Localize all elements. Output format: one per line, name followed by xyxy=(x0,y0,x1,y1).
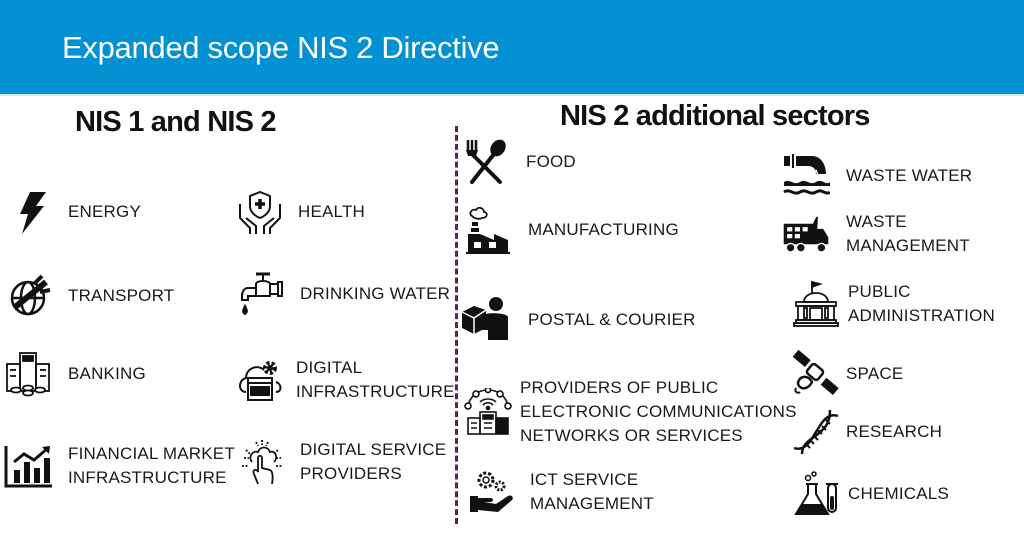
courier-package-icon xyxy=(460,296,508,344)
sector-transport: TRANSPORT xyxy=(6,272,174,320)
dna-icon xyxy=(792,408,840,456)
bank-building-coins-icon xyxy=(4,350,52,398)
sector-ict-service-management: ICT SERVICE MANAGEMENT xyxy=(468,468,654,516)
sector-label: FOOD xyxy=(526,152,576,171)
satellite-icon xyxy=(792,350,840,398)
sector-label: BANKING xyxy=(68,364,146,383)
sector-public-administration: PUBLIC ADMINISTRATION xyxy=(792,280,995,328)
sector-postal-courier: POSTAL & COURIER xyxy=(460,296,696,344)
page-title: Expanded scope NIS 2 Directive xyxy=(62,30,500,65)
sector-label: DRINKING WATER xyxy=(300,284,451,303)
hands-shield-cross-icon xyxy=(236,188,284,236)
sector-label: FINANCIAL MARKET INFRASTRUCTURE xyxy=(68,444,235,487)
water-tap-icon xyxy=(238,270,286,318)
sector-label: TRANSPORT xyxy=(68,286,175,305)
header-banner: Expanded scope NIS 2 Directive xyxy=(0,0,1024,96)
sector-public-electronic-communications: PROVIDERS OF PUBLIC ELECTRONIC COMMUNICA… xyxy=(464,376,797,448)
sector-food: FOOD xyxy=(462,138,576,186)
cloud-gear-window-icon xyxy=(236,356,284,404)
sector-label: PUBLIC ADMINISTRATION xyxy=(848,282,995,325)
sector-banking: BANKING xyxy=(4,350,146,398)
sector-label: DIGITAL INFRASTRUCTURE xyxy=(296,358,455,401)
left-column-title: NIS 1 and NIS 2 xyxy=(75,106,277,138)
sector-energy: ENERGY xyxy=(8,188,141,236)
sector-drinking-water: DRINKING WATER xyxy=(238,270,450,318)
drain-pipe-icon xyxy=(782,152,830,200)
sector-digital-service-providers: DIGITAL SERVICE PROVIDERS xyxy=(238,438,446,486)
sector-waste-water: WASTE WATER xyxy=(782,152,972,200)
sector-label: DIGITAL SERVICE PROVIDERS xyxy=(300,440,447,483)
bar-chart-trend-icon xyxy=(4,442,52,490)
flask-tube-icon xyxy=(794,470,842,518)
sector-space: SPACE xyxy=(792,350,903,398)
sector-label: MANUFACTURING xyxy=(528,220,679,239)
sector-health: HEALTH xyxy=(236,188,365,236)
sector-label: PROVIDERS OF PUBLIC ELECTRONIC COMMUNICA… xyxy=(520,378,797,445)
sector-label: CHEMICALS xyxy=(848,484,949,503)
factory-icon xyxy=(464,206,512,254)
sector-label: POSTAL & COURIER xyxy=(528,310,696,329)
network-building-wifi-icon xyxy=(464,388,512,436)
dump-truck-icon xyxy=(782,210,830,258)
column-divider xyxy=(455,126,458,524)
sector-research: RESEARCH xyxy=(792,408,942,456)
right-column-title: NIS 2 additional sectors xyxy=(560,100,870,132)
sector-label: ENERGY xyxy=(68,202,141,221)
globe-airplane-icon xyxy=(6,272,54,320)
sector-label: SPACE xyxy=(846,364,904,383)
sector-financial-market: FINANCIAL MARKET INFRASTRUCTURE xyxy=(4,442,235,490)
sector-chemicals: CHEMICALS xyxy=(794,470,949,518)
lightning-bolt-icon xyxy=(8,188,56,236)
sector-label: RESEARCH xyxy=(846,422,943,441)
sector-waste-management: WASTE MANAGEMENT xyxy=(782,210,970,258)
sector-manufacturing: MANUFACTURING xyxy=(464,206,679,254)
hand-touch-cloud-icon xyxy=(238,438,286,486)
sector-label: WASTE WATER xyxy=(846,166,973,185)
fork-spoon-icon xyxy=(462,138,510,186)
sector-label: HEALTH xyxy=(298,202,366,221)
government-building-icon xyxy=(792,280,840,328)
sector-digital-infrastructure: DIGITAL INFRASTRUCTURE xyxy=(236,356,455,404)
sector-label: ICT SERVICE MANAGEMENT xyxy=(530,470,654,513)
hand-gears-icon xyxy=(468,468,516,516)
sector-label: WASTE MANAGEMENT xyxy=(846,212,970,255)
